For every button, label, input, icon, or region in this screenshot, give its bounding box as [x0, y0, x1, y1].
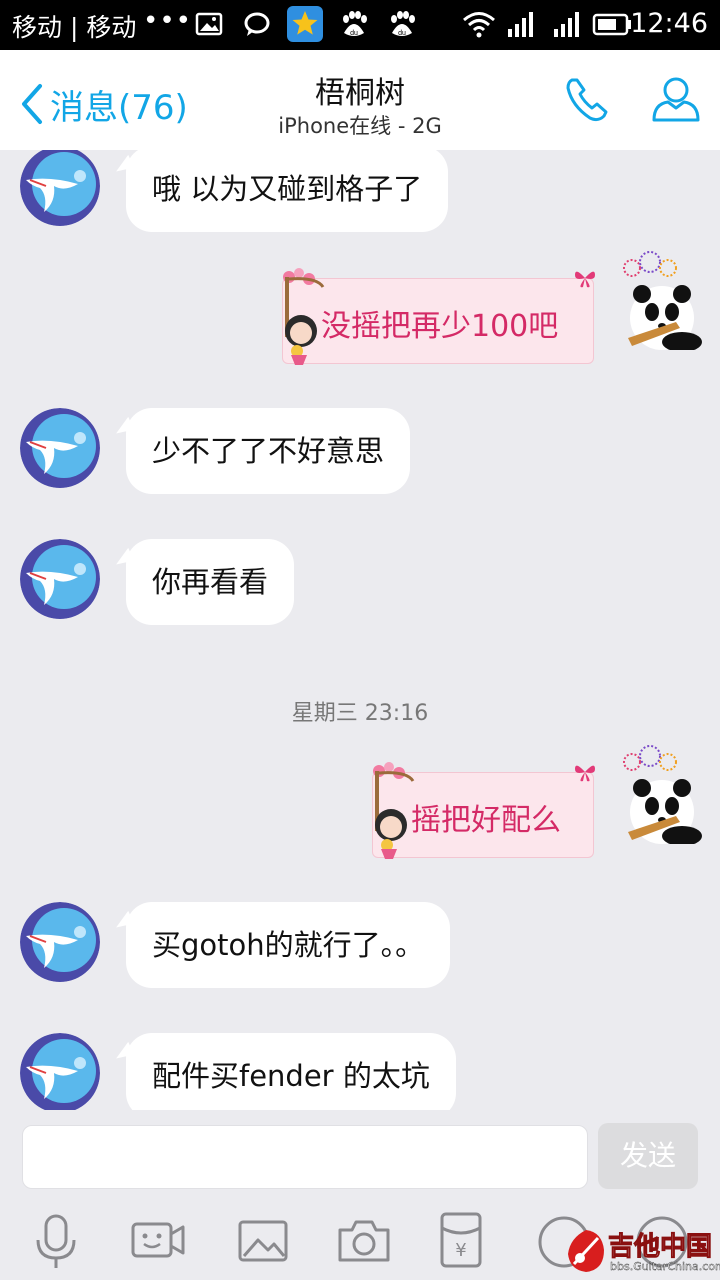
dolphin-avatar[interactable]	[20, 539, 100, 619]
message-bubble[interactable]: 哦 以为又碰到格子了	[126, 150, 449, 232]
message-bubble-self[interactable]: 摇把好配么	[372, 762, 595, 859]
phone-icon[interactable]	[560, 72, 616, 128]
wifi-icon	[463, 12, 495, 38]
svg-text:du: du	[350, 30, 358, 37]
chevron-left-icon	[22, 84, 42, 124]
watermark-text: 吉他中国	[607, 1232, 713, 1263]
baidu-icon: du	[343, 11, 367, 37]
message-bubble[interactable]: 配件买fender 的太坑	[126, 1033, 456, 1110]
input-bar: 发送	[0, 1110, 720, 1206]
watermark-url: bbs.GuitarChina.com	[610, 1260, 720, 1273]
guitar-logo-icon	[568, 1230, 604, 1272]
red-packet-icon[interactable]: ¥	[432, 1210, 492, 1270]
more-notifications-icon: •••	[143, 6, 193, 36]
svg-text:du: du	[398, 30, 406, 37]
message-bubble-self[interactable]: 没摇把再少100吧	[282, 268, 595, 365]
camera-icon[interactable]	[334, 1210, 394, 1270]
panda-avatar[interactable]	[620, 744, 704, 844]
dolphin-avatar[interactable]	[20, 408, 100, 488]
message-list[interactable]: 哦 以为又碰到格子了 没摇把再少100吧 少不了了不好意思 你再看看 星期三 2…	[0, 150, 720, 1110]
contact-status: iPhone在线 - 2G	[278, 114, 442, 138]
baidu-icon: du	[391, 11, 415, 37]
chat-header: 消息(76) 梧桐树 iPhone在线 - 2G	[0, 50, 720, 150]
video-icon[interactable]	[130, 1210, 186, 1270]
microphone-icon[interactable]	[26, 1210, 86, 1270]
butterfly-icon	[575, 765, 595, 782]
message-bubble[interactable]: 少不了了不好意思	[126, 408, 411, 494]
message-text: 没摇把再少100吧	[321, 309, 559, 344]
contact-profile-icon[interactable]	[648, 72, 704, 128]
site-watermark: 吉他中国 bbs.GuitarChina.com	[560, 1222, 720, 1280]
signal-icon	[508, 12, 533, 37]
svg-text:¥: ¥	[455, 1240, 466, 1261]
image-icon	[195, 12, 223, 36]
message-bubble[interactable]: 买gotoh的就行了。。	[126, 902, 451, 988]
message-input[interactable]	[22, 1125, 588, 1189]
panda-avatar[interactable]	[620, 250, 704, 350]
message-text: 摇把好配么	[411, 803, 561, 838]
time-divider: 星期三 23:16	[291, 701, 429, 726]
chat-icon	[244, 12, 270, 36]
status-bar: 移动 | 移动 ••• du du 12:46	[0, 0, 720, 50]
image-icon[interactable]	[234, 1210, 294, 1270]
clock: 12:46	[630, 8, 708, 39]
back-label: 消息(76)	[50, 88, 188, 128]
signal-icon	[554, 12, 579, 37]
send-button[interactable]: 发送	[598, 1123, 698, 1189]
dolphin-avatar[interactable]	[20, 150, 100, 226]
contact-name: 梧桐树	[315, 76, 405, 111]
star-app-icon	[287, 6, 323, 42]
dolphin-avatar[interactable]	[20, 902, 100, 982]
message-bubble[interactable]: 你再看看	[126, 539, 295, 625]
back-button[interactable]: 消息(76)	[18, 78, 198, 128]
carrier-label: 移动 | 移动	[12, 13, 137, 42]
dolphin-avatar[interactable]	[20, 1033, 100, 1110]
battery-icon	[592, 13, 631, 36]
butterfly-icon	[575, 271, 595, 288]
